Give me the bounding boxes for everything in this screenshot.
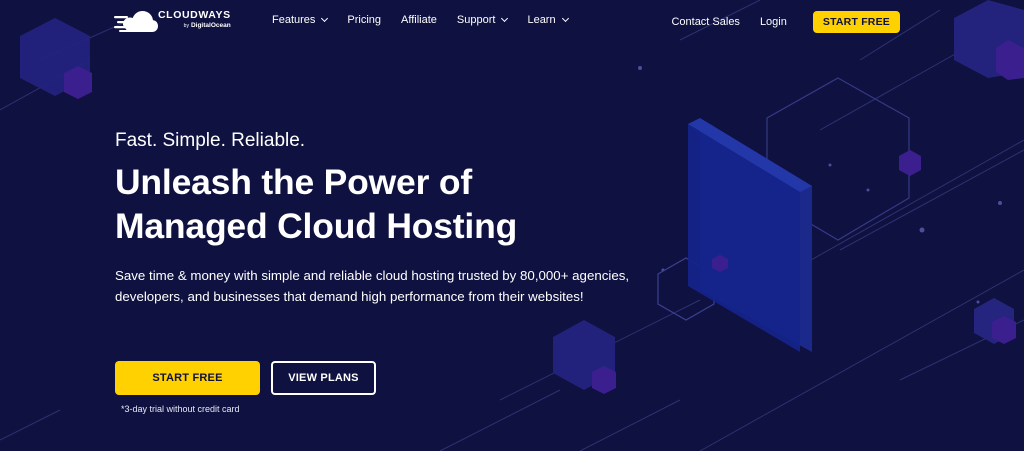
nav-features[interactable]: Features bbox=[272, 14, 329, 26]
chevron-down-icon bbox=[501, 14, 509, 23]
nav-support[interactable]: Support bbox=[456, 14, 509, 26]
chevron-down-icon bbox=[321, 14, 329, 23]
start-free-button[interactable]: START FREE bbox=[115, 361, 260, 395]
logo-text: CLOUDWAYS by DigitalOcean bbox=[158, 10, 231, 29]
nav-affiliate[interactable]: Affiliate bbox=[401, 14, 437, 26]
main-menu: Features Pricing Affiliate Support Learn bbox=[272, 14, 588, 26]
hero-section: Fast. Simple. Reliable. Unleash the Powe… bbox=[115, 128, 675, 307]
trial-note: *3-day trial without credit card bbox=[121, 404, 240, 414]
logo-by: by bbox=[183, 22, 189, 29]
hero-cta-row: START FREE VIEW PLANS bbox=[115, 361, 376, 395]
cloudways-logo[interactable]: CLOUDWAYS by DigitalOcean bbox=[114, 8, 244, 36]
headline-line-1: Unleash the Power of bbox=[115, 162, 472, 202]
nav-start-free-button[interactable]: START FREE bbox=[812, 11, 900, 33]
hero-tagline: Fast. Simple. Reliable. bbox=[115, 130, 306, 151]
nav-actions: Contact Sales Login START FREE bbox=[671, 11, 900, 33]
logo-digitalocean: DigitalOcean bbox=[190, 21, 231, 29]
top-navigation: CLOUDWAYS by DigitalOcean Features Pricin… bbox=[0, 0, 1024, 44]
view-plans-button[interactable]: VIEW PLANS bbox=[271, 361, 376, 395]
logo-name: CLOUDWAYS bbox=[158, 9, 231, 21]
chevron-down-icon bbox=[561, 14, 569, 23]
nav-pricing[interactable]: Pricing bbox=[347, 14, 381, 26]
logo-subtitle: by DigitalOcean bbox=[158, 21, 231, 30]
cloud-logo-icon bbox=[114, 11, 158, 32]
login-link[interactable]: Login bbox=[760, 16, 787, 28]
hero-headline: Unleash the Power of Managed Cloud Hosti… bbox=[115, 160, 675, 248]
nav-pricing-label: Pricing bbox=[347, 14, 382, 26]
nav-learn-label: Learn bbox=[527, 14, 556, 26]
headline-line-2: Managed Cloud Hosting bbox=[115, 206, 518, 246]
hero-description: Save time & money with simple and reliab… bbox=[115, 268, 630, 304]
nav-support-label: Support bbox=[456, 14, 496, 26]
contact-sales-link[interactable]: Contact Sales bbox=[671, 16, 739, 28]
nav-affiliate-label: Affiliate bbox=[401, 14, 437, 26]
nav-learn[interactable]: Learn bbox=[527, 14, 569, 26]
nav-features-label: Features bbox=[272, 14, 316, 26]
